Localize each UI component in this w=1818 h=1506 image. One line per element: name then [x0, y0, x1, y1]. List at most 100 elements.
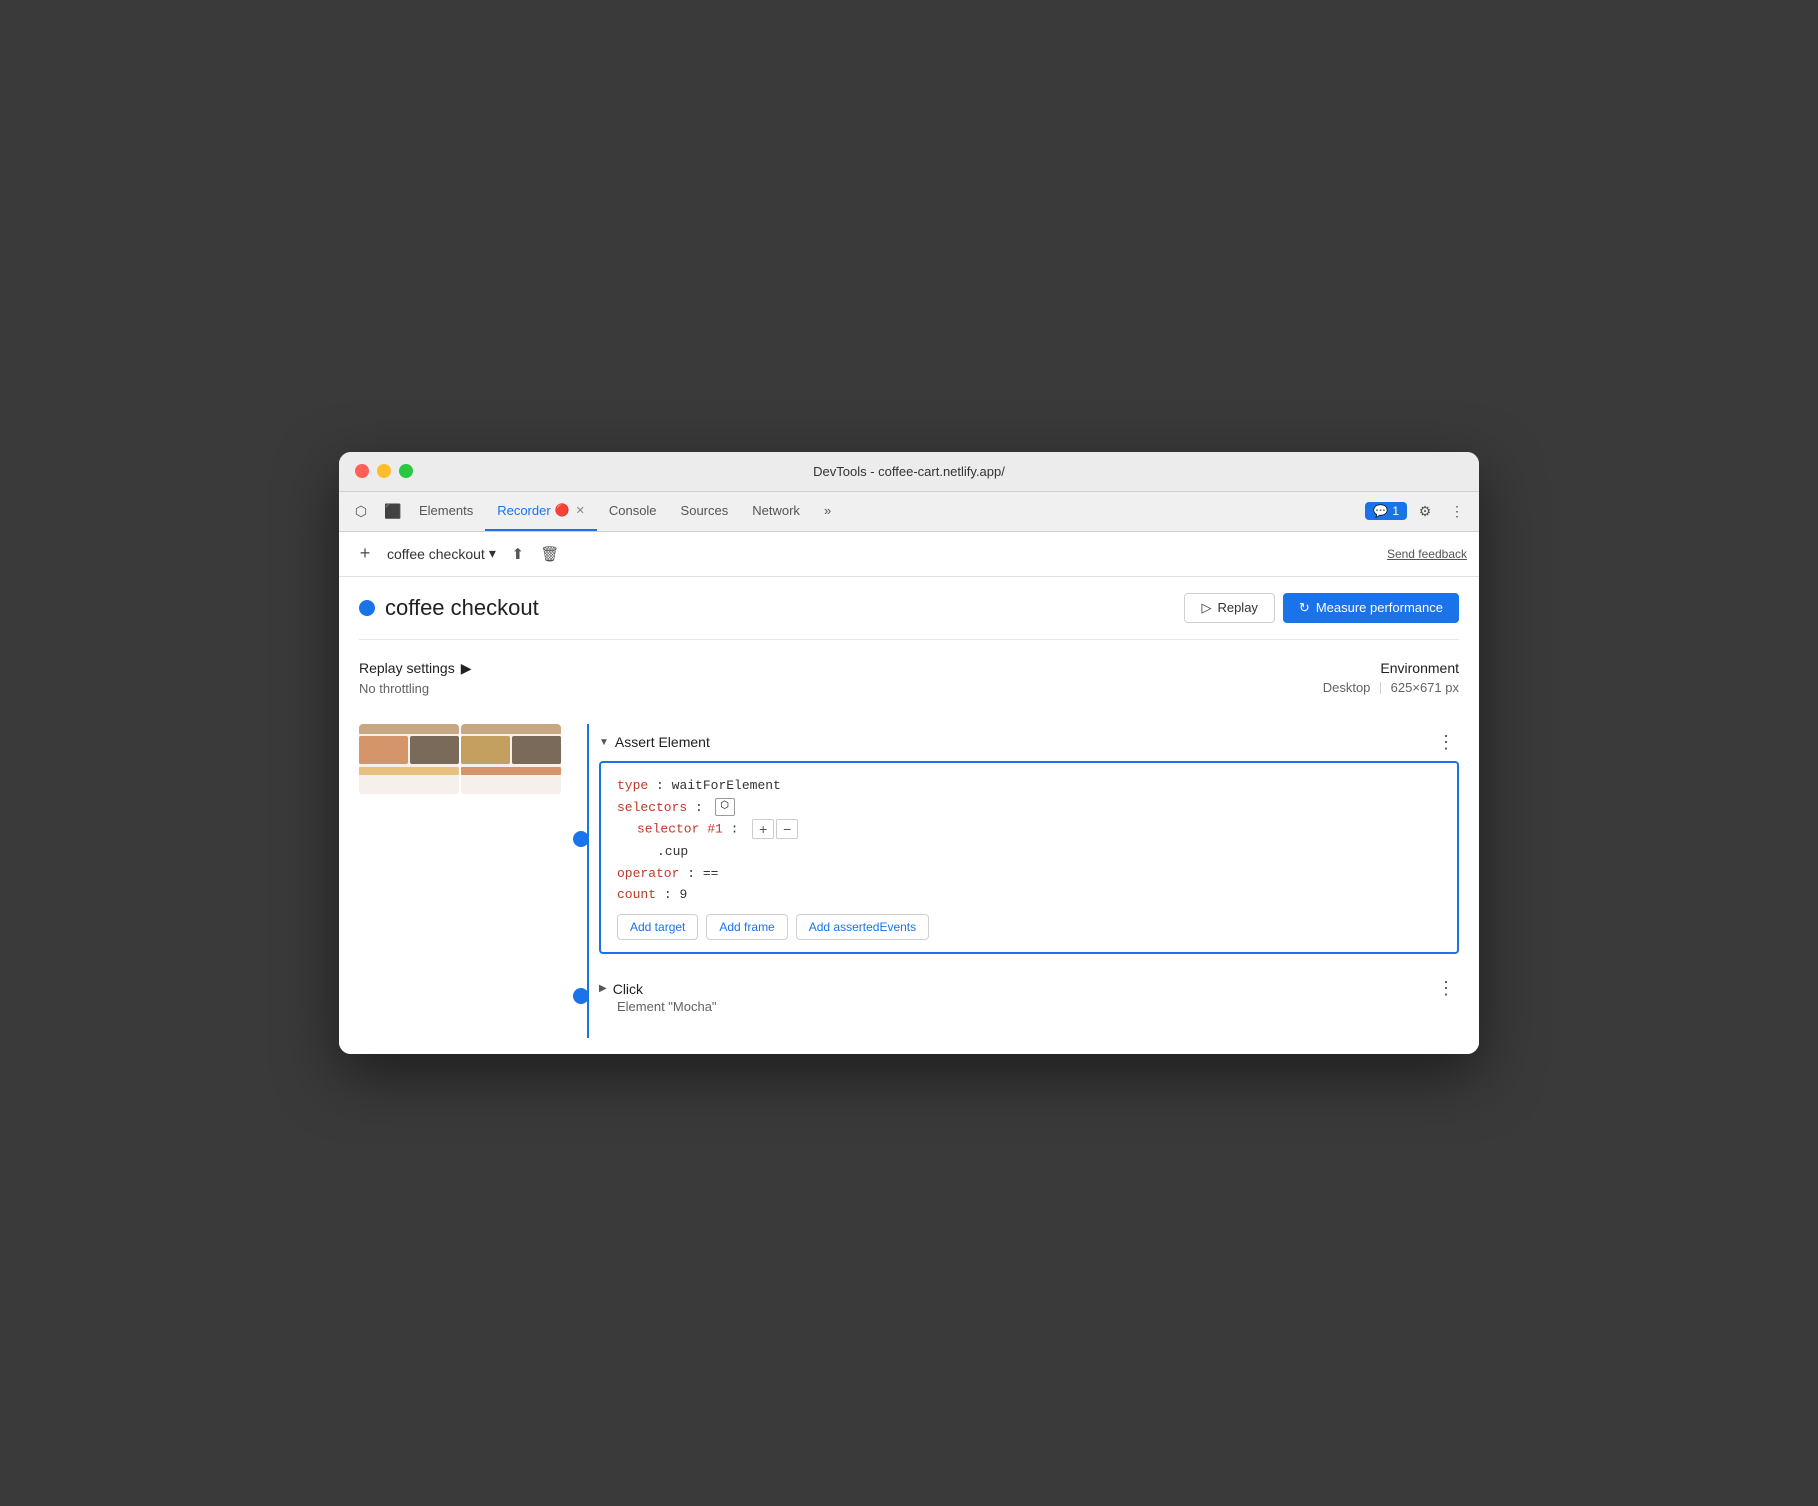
code-count-line: count : 9 — [617, 885, 1441, 906]
tab-sources[interactable]: Sources — [669, 491, 741, 531]
toolbar-actions: ⬆ 🗑 — [504, 540, 564, 568]
code-type-line: type : waitForElement — [617, 776, 1441, 797]
toolbar-left: + coffee checkout ▾ ⬆ 🗑 — [351, 540, 1379, 568]
recording-selector-label: coffee checkout — [387, 546, 485, 562]
assert-element-header[interactable]: ▼ Assert Element ⋮ — [599, 724, 1459, 757]
main-content: coffee checkout ▷ Replay ↻ Measure perfo… — [339, 577, 1479, 1054]
selector-remove-button[interactable]: − — [776, 819, 798, 839]
title-bar: DevTools - coffee-cart.netlify.app/ — [339, 452, 1479, 492]
export-button[interactable]: ⬆ — [504, 540, 532, 568]
add-target-button[interactable]: Add target — [617, 914, 698, 940]
screenshot-strip — [359, 724, 579, 794]
assert-element-more-icon[interactable]: ⋮ — [1433, 732, 1459, 753]
click-step-subtitle: Element "Mocha" — [599, 999, 1459, 1014]
recording-header: coffee checkout ▷ Replay ↻ Measure perfo… — [359, 593, 1459, 640]
selector-picker-icon[interactable]: ⬡ — [715, 798, 735, 816]
more-options-button[interactable]: ⋮ — [1443, 497, 1471, 525]
tab-close-icon[interactable]: ✕ — [576, 504, 585, 517]
tab-bar: ⬡ ⬛ Elements Recorder 🔴 ✕ Console Source… — [339, 492, 1479, 532]
replay-button[interactable]: ▷ Replay — [1184, 593, 1274, 623]
add-frame-button[interactable]: Add frame — [706, 914, 787, 940]
play-icon: ▷ — [1201, 600, 1211, 616]
screenshot-thumb-1[interactable] — [359, 724, 459, 794]
delete-icon: 🗑 — [540, 545, 559, 563]
gear-icon: ⚙ — [1419, 503, 1432, 520]
click-step-more-icon[interactable]: ⋮ — [1433, 978, 1459, 999]
screenshot-preview-2 — [461, 724, 561, 794]
throttling-label: No throttling — [359, 681, 472, 696]
delete-recording-button[interactable]: 🗑 — [536, 540, 564, 568]
maximize-button[interactable] — [399, 464, 413, 478]
recording-selector[interactable]: coffee checkout ▾ — [387, 545, 496, 562]
click-step-header: ▶ Click ⋮ — [599, 978, 1459, 999]
code-selector1-line: selector #1 : + − — [617, 819, 1441, 840]
count-val: 9 — [679, 887, 687, 902]
tab-more[interactable]: » — [812, 491, 843, 531]
click-step-title: Click — [613, 981, 643, 997]
settings-button[interactable]: ⚙ — [1411, 497, 1439, 525]
dropdown-icon: ▾ — [489, 545, 496, 562]
click-step: ▶ Click ⋮ Element "Mocha" — [599, 970, 1459, 1022]
code-selector-val-line: .cup — [617, 842, 1441, 863]
send-feedback-link[interactable]: Send feedback — [1387, 547, 1467, 561]
device-toggle-button[interactable]: ⬛ — [379, 497, 407, 525]
settings-left: Replay settings ▶ No throttling — [359, 660, 472, 696]
code-selectors-line: selectors : ⬡ — [617, 798, 1441, 819]
measure-performance-button[interactable]: ↻ Measure performance — [1283, 593, 1459, 623]
cursor-tool-button[interactable]: ⬡ — [347, 497, 375, 525]
settings-arrow-icon: ▶ — [461, 660, 472, 677]
assert-element-code: type : waitForElement selectors : ⬡ sele… — [599, 761, 1459, 954]
settings-right: Environment Desktop 625×671 px — [1323, 660, 1459, 695]
type-val: waitForElement — [672, 778, 781, 793]
count-key: count — [617, 887, 656, 902]
measure-icon: ↻ — [1299, 600, 1310, 616]
tab-network[interactable]: Network — [740, 491, 812, 531]
tab-bar-left: ⬡ ⬛ — [347, 497, 407, 525]
tab-recorder[interactable]: Recorder 🔴 ✕ — [485, 491, 597, 531]
selector-val: .cup — [657, 844, 688, 859]
operator-key: operator — [617, 866, 679, 881]
settings-section: Replay settings ▶ No throttling Environm… — [359, 660, 1459, 708]
recording-title: coffee checkout — [359, 595, 539, 621]
recording-status-dot — [359, 600, 375, 616]
devtools-window: DevTools - coffee-cart.netlify.app/ ⬡ ⬛ … — [339, 452, 1479, 1054]
screenshot-preview-1 — [359, 724, 459, 794]
traffic-lights — [355, 464, 413, 478]
click-step-dot — [573, 988, 589, 1004]
add-recording-button[interactable]: + — [351, 540, 379, 568]
screenshot-thumb-2[interactable] — [461, 724, 561, 794]
steps-container: ▼ Assert Element ⋮ type : waitForElement — [579, 724, 1459, 1038]
steps-area: ▼ Assert Element ⋮ type : waitForElement — [359, 724, 1459, 1038]
chat-badge-button[interactable]: 💬 1 — [1365, 502, 1407, 520]
click-chevron-icon: ▶ — [599, 983, 607, 994]
add-icon: + — [360, 543, 371, 564]
tab-elements[interactable]: Elements — [407, 491, 485, 531]
export-icon: ⬆ — [512, 545, 525, 563]
recording-name: coffee checkout — [385, 595, 539, 621]
environment-value: Desktop 625×671 px — [1323, 680, 1459, 695]
window-title: DevTools - coffee-cart.netlify.app/ — [813, 464, 1005, 479]
header-buttons: ▷ Replay ↻ Measure performance — [1184, 593, 1459, 623]
selectors-key: selectors — [617, 800, 687, 815]
timeline-screenshots — [359, 724, 579, 1038]
minimize-button[interactable] — [377, 464, 391, 478]
assert-element-dot — [573, 831, 589, 847]
tab-items: Elements Recorder 🔴 ✕ Console Sources Ne… — [407, 491, 1365, 531]
selector-add-remove-btns: + − — [752, 819, 798, 839]
add-asserted-events-button[interactable]: Add assertedEvents — [796, 914, 929, 940]
environment-label: Environment — [1323, 660, 1459, 676]
replay-settings-toggle[interactable]: Replay settings ▶ — [359, 660, 472, 677]
more-icon: ⋮ — [1450, 503, 1464, 520]
toolbar: + coffee checkout ▾ ⬆ 🗑 Send feedback — [339, 532, 1479, 577]
operator-val: == — [703, 866, 719, 881]
record-icon: 🔴 — [555, 503, 570, 517]
tab-console[interactable]: Console — [597, 491, 669, 531]
assert-chevron-icon: ▼ — [599, 737, 609, 748]
assert-element-title: Assert Element — [615, 734, 710, 750]
devtools-body: ⬡ ⬛ Elements Recorder 🔴 ✕ Console Source… — [339, 492, 1479, 1054]
assert-action-buttons: Add target Add frame Add assertedEvents — [617, 914, 1441, 940]
selector-add-button[interactable]: + — [752, 819, 774, 839]
close-button[interactable] — [355, 464, 369, 478]
chat-icon: 💬 — [1373, 504, 1388, 518]
type-key: type — [617, 778, 648, 793]
